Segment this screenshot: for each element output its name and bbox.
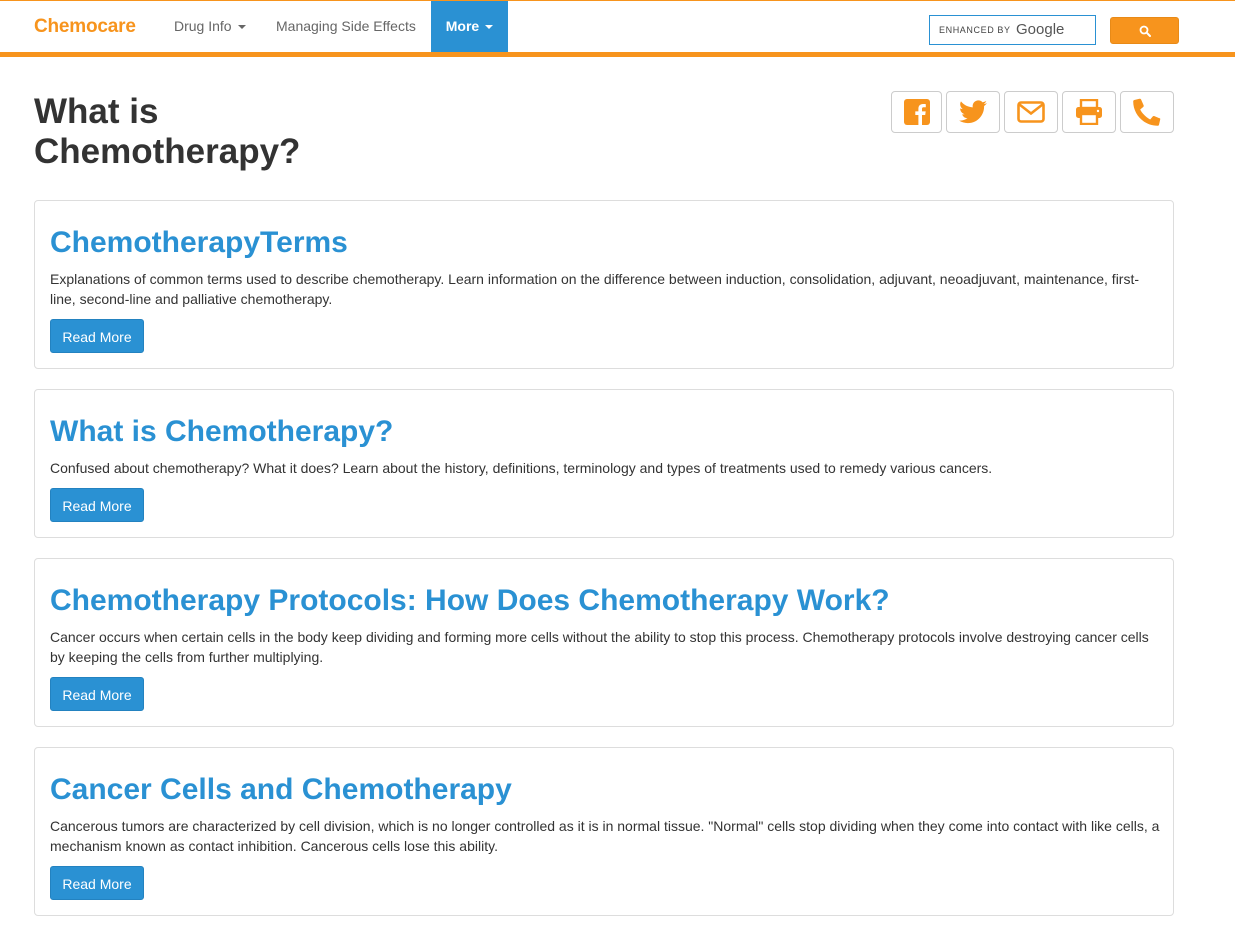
article-card: Chemotherapy Protocols: How Does Chemoth… xyxy=(34,558,1174,727)
print-icon xyxy=(1076,99,1102,125)
card-description: Cancerous tumors are characterized by ce… xyxy=(50,818,1160,854)
read-more-button[interactable]: Read More xyxy=(50,488,144,522)
share-twitter-button[interactable] xyxy=(946,91,1000,133)
share-email-button[interactable] xyxy=(1004,91,1058,133)
nav-managing-side-effects[interactable]: Managing Side Effects xyxy=(276,1,416,52)
card-description: Cancer occurs when certain cells in the … xyxy=(50,629,1149,665)
read-more-button[interactable]: Read More xyxy=(50,319,144,353)
article-card: What is Chemotherapy? Confused about che… xyxy=(34,389,1174,538)
facebook-icon xyxy=(903,99,930,125)
card-title[interactable]: What is Chemotherapy? xyxy=(50,415,393,449)
caret-down-icon xyxy=(237,25,246,30)
page-title: What is Chemotherapy? xyxy=(34,92,301,171)
read-more-button[interactable]: Read More xyxy=(50,677,144,711)
enhanced-by-label: ENHANCED BY xyxy=(939,25,1011,35)
print-button[interactable] xyxy=(1062,91,1116,133)
card-title[interactable]: Chemotherapy Protocols: How Does Chemoth… xyxy=(50,584,890,618)
card-title[interactable]: ChemotherapyTerms xyxy=(50,226,348,260)
google-label: Google xyxy=(1016,21,1065,38)
nav-side-effects-label: Managing Side Effects xyxy=(276,18,416,34)
search-input[interactable]: ENHANCED BY Google xyxy=(929,15,1096,45)
phone-icon xyxy=(1133,98,1161,126)
card-title[interactable]: Cancer Cells and Chemotherapy xyxy=(50,773,512,807)
card-description: Confused about chemotherapy? What it doe… xyxy=(50,460,993,476)
caret-down-icon xyxy=(485,25,494,30)
article-card: ChemotherapyTerms Explanations of common… xyxy=(34,200,1174,369)
search-button[interactable] xyxy=(1110,17,1179,44)
nav-more[interactable]: More xyxy=(431,1,508,52)
article-card: Cancer Cells and Chemotherapy Cancerous … xyxy=(34,747,1174,916)
card-description: Explanations of common terms used to des… xyxy=(50,271,1140,307)
share-facebook-button[interactable] xyxy=(891,91,942,133)
twitter-icon xyxy=(959,100,987,124)
call-button[interactable] xyxy=(1120,91,1174,133)
nav-more-label: More xyxy=(445,18,480,34)
envelope-icon xyxy=(1017,101,1045,123)
brand-logo[interactable]: Chemocare xyxy=(34,16,136,38)
top-navbar: Chemocare Drug Info Managing Side Effect… xyxy=(0,0,1235,57)
read-more-button[interactable]: Read More xyxy=(50,866,144,900)
nav-drug-info[interactable]: Drug Info xyxy=(174,1,246,52)
search-icon xyxy=(1139,25,1151,37)
nav-drug-info-label: Drug Info xyxy=(174,18,232,34)
